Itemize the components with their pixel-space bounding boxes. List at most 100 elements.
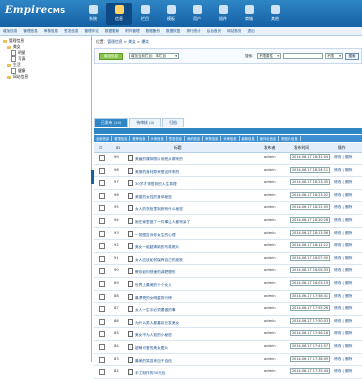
row-time-field[interactable]: 2014-06-17 18:24:11: [290, 166, 330, 173]
row-ops[interactable]: 修改 | 删除: [334, 231, 352, 236]
row-time-field[interactable]: 2014-06-17 17:41:57: [290, 342, 330, 349]
row-time-field[interactable]: 2014-06-17 17:46:18: [290, 330, 330, 337]
subnav-item[interactable]: 管理评论: [82, 29, 102, 34]
row-ops[interactable]: 修改 | 删除: [334, 256, 352, 261]
subnav-item[interactable]: 数据更新: [102, 29, 122, 34]
row-ops[interactable]: 修改 | 删除: [334, 180, 352, 185]
nav-item[interactable]: 系统: [80, 3, 106, 25]
row-title[interactable]: 世界上最美的十个女人: [128, 280, 172, 288]
subnav-item[interactable]: 网站首页: [224, 29, 244, 34]
row-checkbox[interactable]: [99, 280, 105, 287]
row-checkbox[interactable]: [99, 268, 105, 275]
row-ops[interactable]: 修改 | 删除: [334, 281, 352, 286]
row-checkbox[interactable]: [99, 217, 105, 224]
row-title-link[interactable]: 教你如何快速的减肥塑形: [135, 270, 176, 274]
nav-item[interactable]: 用户: [184, 3, 210, 25]
row-title-link[interactable]: 手工制作的30元包: [135, 371, 166, 375]
nav-item[interactable]: 商城: [236, 3, 262, 25]
select-all-checkbox[interactable]: ☐: [99, 145, 102, 150]
filter-link[interactable]: 全部信息: [94, 136, 113, 141]
row-title[interactable]: 女人应该如何保养自己的皮肤: [128, 255, 183, 263]
row-title[interactable]: 30岁才领悟到的人生真理: [128, 180, 177, 187]
row-title-link[interactable]: 最漂亮的女明星排行榜: [135, 296, 172, 300]
breadcrumb-item[interactable]: 美女: [128, 39, 136, 44]
row-title[interactable]: 美女不为人知的小秘密: [128, 331, 172, 338]
row-time-field[interactable]: 2014-06-17 17:58:41: [290, 292, 330, 299]
row-title[interactable]: 一张图告诉你女生的心理: [128, 230, 176, 238]
row-title[interactable]: 为什么男人都喜欢长发美女: [128, 318, 179, 326]
row-time-field[interactable]: 2014-06-17 17:50:03: [290, 317, 330, 324]
row-ops[interactable]: 修改 | 删除: [334, 193, 352, 198]
row-checkbox[interactable]: [99, 167, 105, 174]
row-title-link[interactable]: 美眉的裸体照片到底从哪来的: [135, 157, 183, 161]
row-title[interactable]: 手工制作的30元包: [128, 369, 166, 376]
nav-item[interactable]: 栏目: [132, 3, 158, 25]
row-checkbox[interactable]: [99, 180, 105, 187]
filter-link[interactable]: 最新信息: [240, 136, 258, 141]
subnav-item[interactable]: 退出: [245, 29, 258, 34]
search-button[interactable]: 搜索: [345, 53, 359, 60]
row-ops[interactable]: 修改 | 删除: [334, 306, 352, 311]
row-time-field[interactable]: 2014-06-17 17:55:26: [290, 305, 330, 312]
row-checkbox[interactable]: [99, 331, 105, 338]
filter-link[interactable]: 未审信息: [221, 136, 240, 141]
row-ops[interactable]: 修改 | 删除: [334, 331, 352, 336]
row-title-link[interactable]: 世界上最美的十个女人: [135, 283, 172, 287]
row-ops[interactable]: 修改 | 删除: [334, 243, 352, 248]
row-title[interactable]: 美丽的身材原来是这样来的: [128, 167, 179, 175]
row-title[interactable]: 美丽的女性的身体秘密: [128, 192, 172, 200]
breadcrumb-item[interactable]: 管理信息: [107, 39, 122, 44]
row-ops[interactable]: 修改 | 删除: [334, 369, 352, 374]
breadcrumb-item[interactable]: 爆笑: [141, 39, 149, 44]
row-ops[interactable]: 修改 | 删除: [334, 319, 352, 324]
tab[interactable]: 待审核 (0): [129, 118, 162, 127]
filter-link[interactable]: 签发信息: [167, 136, 185, 141]
col-time[interactable]: 发布时间: [294, 145, 309, 151]
nav-item[interactable]: 信息: [106, 3, 132, 25]
row-title-link[interactable]: 美丽的女性的身体秘密: [135, 195, 172, 199]
search-input[interactable]: [283, 53, 323, 59]
subnav-item[interactable]: 数据恢复: [163, 29, 183, 34]
row-checkbox[interactable]: [99, 192, 105, 199]
nav-item[interactable]: 模板: [158, 3, 184, 25]
row-title[interactable]: 美女一组超清新的写真照片: [128, 243, 179, 250]
subnav-item[interactable]: 附件管理: [122, 29, 142, 34]
row-ops[interactable]: 修改 | 删除: [334, 294, 352, 299]
row-checkbox[interactable]: [99, 318, 105, 325]
row-title-link[interactable]: 美女不为人知的小秘密: [135, 333, 172, 337]
subnav-item[interactable]: 数据备份: [143, 29, 163, 34]
row-title[interactable]: 最漂亮的女明星排行榜: [128, 293, 172, 301]
sort-select[interactable]: 不限: [325, 53, 343, 59]
row-title-link[interactable]: 超萌可爱的美女图片: [135, 346, 168, 350]
filter-link[interactable]: 审核信息: [203, 136, 222, 141]
row-time-field[interactable]: 2014-06-17 18:03:19: [290, 279, 330, 286]
row-title[interactable]: 超萌可爱的美女图片: [128, 343, 168, 351]
tree-node[interactable]: 网站信息: [3, 74, 89, 80]
add-info-button[interactable]: 增加信息: [99, 53, 123, 60]
row-title-link[interactable]: 美女一组超清新的写真照片: [135, 245, 179, 249]
row-time-field[interactable]: 2014-06-17 18:07:50: [290, 254, 330, 261]
row-checkbox[interactable]: [99, 293, 105, 300]
row-time-field[interactable]: 2014-06-17 18:20:28: [290, 216, 330, 223]
row-title-link[interactable]: 一张图告诉你女生的心理: [135, 233, 176, 237]
row-time-field[interactable]: 2014-06-17 18:23:02: [290, 191, 330, 198]
filter-link[interactable]: 我的信息: [185, 136, 204, 141]
row-checkbox[interactable]: [99, 369, 105, 376]
row-ops[interactable]: 修改 | 删除: [334, 205, 352, 210]
subnav-item[interactable]: 审核信息: [41, 29, 61, 34]
col-title[interactable]: 标题: [174, 145, 182, 151]
row-time-field[interactable]: 2014-06-17 18:23:35: [290, 179, 330, 186]
row-time-field[interactable]: 2014-06-17 18:11:12: [290, 242, 330, 249]
row-title[interactable]: 教你如何快速的减肥塑形: [128, 268, 176, 275]
row-checkbox[interactable]: [99, 343, 105, 350]
filter-link[interactable]: 推荐信息: [130, 136, 149, 141]
row-title-link[interactable]: 女人一生中必须要做的事: [135, 308, 176, 312]
row-time-field[interactable]: 2014-06-17 18:22:05: [290, 204, 330, 211]
row-time-field[interactable]: 2014-06-17 17:38:09: [290, 355, 330, 362]
row-title[interactable]: 美眉的裸体照片到底从哪来的: [128, 155, 183, 162]
row-ops[interactable]: 修改 | 删除: [334, 357, 352, 362]
filter-link[interactable]: 头条信息: [149, 136, 167, 141]
nav-item[interactable]: 其他: [262, 3, 288, 25]
row-checkbox[interactable]: [99, 255, 105, 262]
row-title[interactable]: 女人一生中必须要做的事: [128, 306, 176, 313]
